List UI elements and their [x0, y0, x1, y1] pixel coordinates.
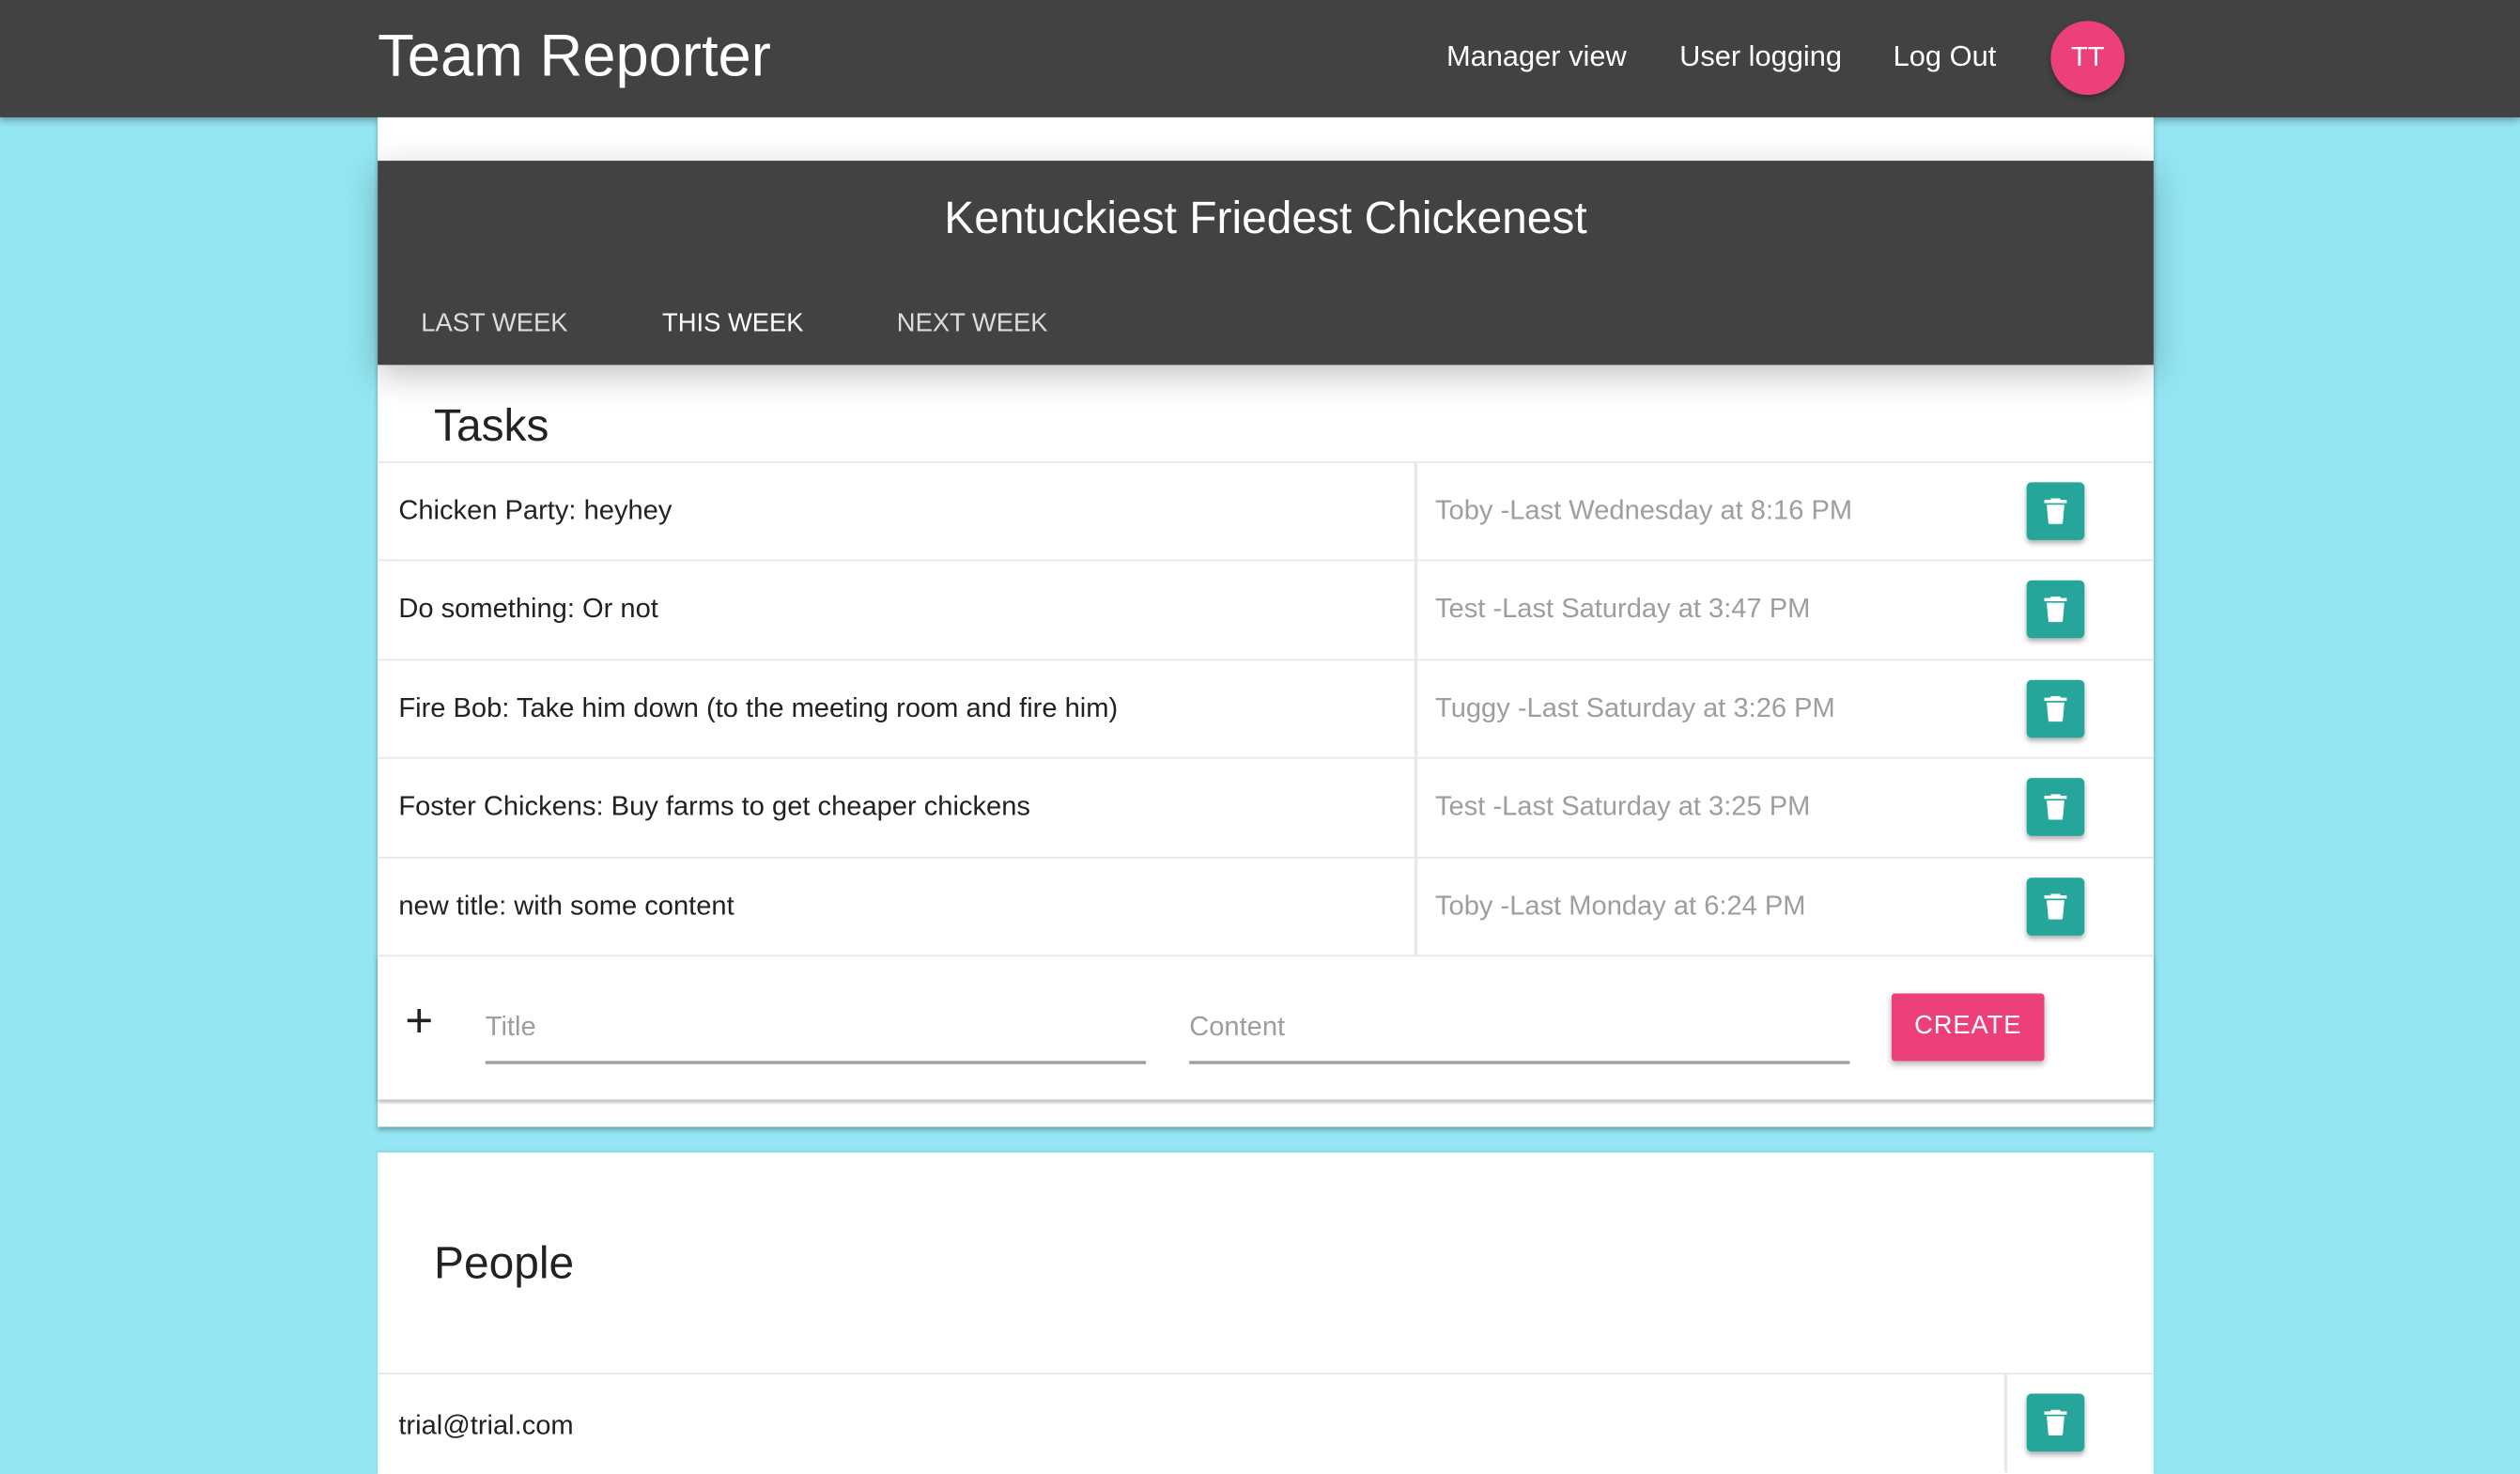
task-row: Foster Chickens: Buy farms to get cheape… — [378, 757, 2154, 858]
task-row: Do something: Or not Test -Last Saturday … — [378, 560, 2154, 660]
nav-log-out[interactable]: Log Out — [1894, 40, 1997, 74]
tab-next-week[interactable]: NEXT WEEK — [897, 310, 1048, 339]
trash-icon — [2044, 1409, 2067, 1436]
task-text: Fire Bob: Take him down (to the meeting … — [398, 692, 1119, 723]
trash-icon — [2044, 597, 2067, 623]
tab-last-week[interactable]: LAST WEEK — [421, 310, 567, 339]
task-meta: Tuggy -Last Saturday at 3:26 PM — [1435, 692, 1835, 723]
trash-icon — [2044, 498, 2067, 524]
task-text: Do something: Or not — [398, 594, 658, 625]
task-meta: Test -Last Saturday at 3:25 PM — [1435, 791, 1811, 822]
team-header: Kentuckiest Friedest Chickenest LAST WEE… — [378, 161, 2154, 365]
task-meta: Toby -Last Monday at 6:24 PM — [1435, 890, 1806, 921]
create-button[interactable]: CREATE — [1891, 993, 2045, 1062]
person-email: trial@trial.com — [398, 1409, 574, 1441]
task-meta: Test -Last Saturday at 3:47 PM — [1435, 594, 1811, 625]
delete-task-button[interactable] — [2026, 877, 2085, 936]
trash-icon — [2044, 892, 2067, 920]
delete-task-button[interactable] — [2026, 778, 2085, 837]
nav-manager-view[interactable]: Manager view — [1446, 40, 1627, 74]
delete-task-button[interactable] — [2026, 482, 2085, 540]
title-input[interactable] — [485, 991, 1147, 1064]
trash-icon — [2044, 695, 2067, 721]
person-row: trial@trial.com — [378, 1373, 2154, 1473]
plus-icon: + — [405, 995, 434, 1048]
create-task-form: + CREATE — [378, 954, 2154, 1100]
tasks-heading: Tasks — [433, 400, 549, 451]
delete-task-button[interactable] — [2026, 581, 2085, 639]
top-navbar: Team Reporter Manager view User logging … — [0, 0, 2520, 117]
people-heading: People — [433, 1237, 575, 1288]
delete-task-button[interactable] — [2026, 679, 2085, 738]
avatar[interactable]: TT — [2050, 21, 2126, 95]
task-row: new title: with some content Toby -Last M… — [378, 856, 2154, 956]
task-text: Foster Chickens: Buy farms to get cheape… — [398, 791, 1030, 822]
team-title: Kentuckiest Friedest Chickenest — [944, 193, 1587, 243]
app-title[interactable]: Team Reporter — [378, 23, 771, 90]
task-row: Chicken Party: heyhey Toby -Last Wednesda… — [378, 461, 2154, 562]
people-card: People trial@trial.com — [378, 1152, 2154, 1474]
tab-this-week[interactable]: THIS WEEK — [662, 310, 804, 339]
content-input[interactable] — [1189, 991, 1850, 1064]
task-row: Fire Bob: Take him down (to the meeting … — [378, 659, 2154, 759]
trash-icon — [2044, 794, 2067, 820]
task-text: Chicken Party: heyhey — [398, 495, 673, 526]
nav-user-logging[interactable]: User logging — [1679, 40, 1842, 74]
task-text: new title: with some content — [398, 890, 734, 921]
task-meta: Toby -Last Wednesday at 8:16 PM — [1435, 495, 1853, 526]
